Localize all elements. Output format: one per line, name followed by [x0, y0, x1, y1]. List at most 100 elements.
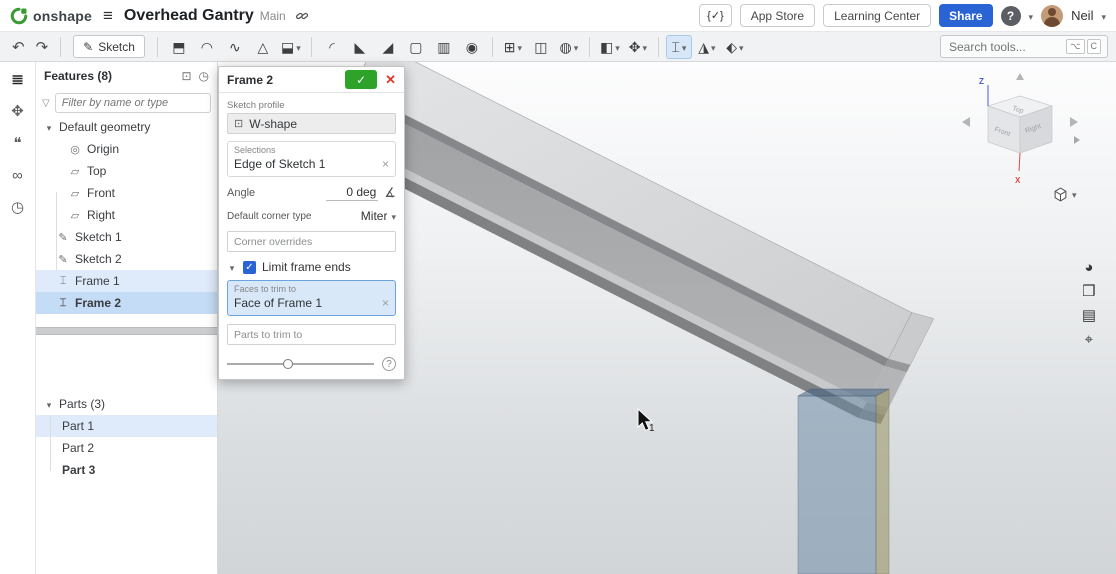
split-tool-button[interactable]: ◧ — [597, 35, 623, 59]
workspace-name[interactable]: Main — [260, 9, 286, 23]
boolean-tool-button[interactable]: ◍ — [556, 35, 582, 59]
part-row-part-1[interactable]: Part 1 — [36, 415, 217, 437]
part-row-part-2[interactable]: Part 2 — [36, 437, 217, 459]
frame-tool-button[interactable]: ⌶ — [666, 35, 692, 59]
history-icon[interactable]: ◷ — [11, 200, 24, 215]
chamfer-tool-button[interactable]: ◣ — [347, 35, 373, 59]
undo-button[interactable]: ↶ — [8, 38, 29, 56]
beam-part[interactable] — [323, 62, 934, 424]
shell-tool-button[interactable]: ▢ — [403, 35, 429, 59]
feature-row-top[interactable]: ▱Top — [36, 160, 217, 182]
rotate-left-arrow[interactable] — [962, 117, 970, 127]
linear-pattern-tool-button[interactable]: ⊞ — [500, 35, 526, 59]
filter-input[interactable] — [55, 93, 211, 113]
slider-handle[interactable] — [283, 359, 293, 369]
loft-tool-button[interactable]: △ — [250, 35, 276, 59]
help-icon[interactable]: ? — [382, 357, 396, 371]
sketch-button[interactable]: ✎ Sketch — [73, 35, 145, 58]
opacity-slider[interactable] — [227, 357, 374, 371]
feature-row-front[interactable]: ▱Front — [36, 182, 217, 204]
corner-overrides-input[interactable]: Corner overrides — [227, 231, 396, 252]
limit-frame-ends-checkbox[interactable]: ✓ — [243, 261, 256, 274]
parts-to-trim-input[interactable]: Parts to trim to — [227, 324, 396, 345]
revolve-tool-button[interactable]: ◠ — [194, 35, 220, 59]
featurescript-notices-button[interactable]: {✓} — [699, 4, 732, 27]
hamburger-menu-icon[interactable]: ≡ — [103, 6, 113, 26]
loft-icon: △ — [258, 40, 269, 54]
angle-direction-icon[interactable]: ∡ — [384, 185, 396, 201]
dialog-header[interactable]: Frame 2 ✓ ✕ — [219, 67, 404, 93]
user-chevron-icon[interactable] — [1101, 9, 1106, 23]
faces-to-trim-box[interactable]: Faces to trim to Face of Frame 1 × — [227, 280, 396, 316]
learning-center-button[interactable]: Learning Center — [823, 4, 931, 27]
features-title: Features (8) — [44, 69, 174, 83]
help-chevron-icon[interactable] — [1029, 9, 1034, 23]
feature-row-right[interactable]: ▱Right — [36, 204, 217, 226]
configurations-icon[interactable]: ✥ — [11, 104, 24, 119]
avatar[interactable] — [1041, 5, 1063, 27]
feature-row-sketch-2[interactable]: ✎Sketch 2 — [36, 248, 217, 270]
sweep-tool-button[interactable]: ∿ — [222, 35, 248, 59]
link-icon[interactable] — [295, 9, 309, 23]
chevron-down-icon — [296, 40, 301, 54]
rotate-right-arrow[interactable] — [1070, 117, 1078, 127]
angle-input[interactable]: 0 deg — [326, 185, 378, 201]
extrude-tool-button[interactable]: ⬒ — [166, 35, 192, 59]
redo-button[interactable]: ↷ — [32, 38, 53, 56]
sketch-icon: ✎ — [56, 231, 70, 244]
linear-pattern-icon: ⊞ — [504, 40, 516, 54]
search-tools[interactable]: ⌥C — [940, 35, 1108, 58]
part-row-part-3[interactable]: Part 3 — [36, 459, 217, 481]
help-button[interactable]: ? — [1001, 6, 1021, 26]
comments-icon[interactable]: ❝ — [13, 136, 21, 151]
search-input[interactable] — [947, 39, 1061, 55]
display-states-icon[interactable]: ❒ — [1082, 284, 1095, 299]
toolbar-divider — [157, 37, 158, 57]
app-store-button[interactable]: App Store — [740, 4, 815, 27]
transform-tool-button[interactable]: ✥ — [625, 35, 651, 59]
section-view-icon[interactable]: ▤ — [1082, 308, 1096, 323]
feature-list-icon[interactable]: ≣ — [11, 72, 24, 87]
cancel-button[interactable]: ✕ — [385, 72, 396, 88]
document-title: Overhead Gantry — [124, 7, 254, 25]
appearance-icon[interactable]: ◕ — [1084, 260, 1093, 275]
rib-tool-button[interactable]: ▥ — [431, 35, 457, 59]
fillet-tool-button[interactable]: ◜ — [319, 35, 345, 59]
feature-row-frame-2[interactable]: ⌶Frame 2 — [36, 292, 217, 314]
share-button[interactable]: Share — [939, 4, 992, 27]
remove-selection-icon[interactable]: × — [382, 157, 389, 171]
tag-profile-tool-button[interactable]: ⬖ — [722, 35, 748, 59]
feature-timing-icon[interactable]: ◷ — [199, 69, 209, 83]
shortcut-key: ⌥ — [1066, 39, 1084, 54]
exploded-view-icon[interactable]: ⌖ — [1085, 332, 1093, 347]
corner-type-select[interactable]: Miter — [361, 209, 396, 223]
draft-tool-button[interactable]: ◢ — [375, 35, 401, 59]
sketch-profile-select[interactable]: ⊡ W-shape — [227, 113, 396, 134]
parts-header[interactable]: Parts (3) — [36, 393, 217, 415]
gusset-tool-button[interactable]: ◮ — [694, 35, 720, 59]
user-menu[interactable]: Neil — [1071, 8, 1093, 23]
parts-list: Part 1Part 2Part 3 — [36, 415, 217, 481]
feature-row-frame-1[interactable]: ⌶Frame 1 — [36, 270, 217, 292]
column-part[interactable] — [798, 389, 889, 574]
view-cube-caret[interactable] — [1074, 136, 1080, 144]
thicken-tool-button[interactable]: ⬓ — [278, 35, 304, 59]
panel-splitter[interactable] — [36, 327, 217, 335]
remove-selection-icon[interactable]: × — [382, 296, 389, 310]
feature-label: Origin — [87, 142, 119, 156]
hole-tool-button[interactable]: ◉ — [459, 35, 485, 59]
confirm-button[interactable]: ✓ — [345, 70, 377, 89]
feature-row-sketch-1[interactable]: ✎Sketch 1 — [36, 226, 217, 248]
rotate-up-arrow[interactable] — [1016, 73, 1024, 80]
view-options-button[interactable] — [1053, 184, 1097, 204]
follow-mode-icon[interactable]: ∞ — [12, 168, 23, 183]
insert-feature-icon[interactable]: ⊡ — [181, 69, 191, 83]
chevron-down-icon[interactable] — [44, 120, 54, 134]
selections-box[interactable]: Selections Edge of Sketch 1 × — [227, 141, 396, 177]
onshape-logo[interactable]: onshape — [10, 7, 92, 25]
view-cube[interactable]: Top Front Right Z X — [962, 73, 1080, 185]
feature-row-origin[interactable]: ◎Origin — [36, 138, 217, 160]
chevron-down-icon[interactable] — [227, 260, 237, 274]
mirror-tool-button[interactable]: ◫ — [528, 35, 554, 59]
feature-row-default-geometry[interactable]: Default geometry — [36, 116, 217, 138]
